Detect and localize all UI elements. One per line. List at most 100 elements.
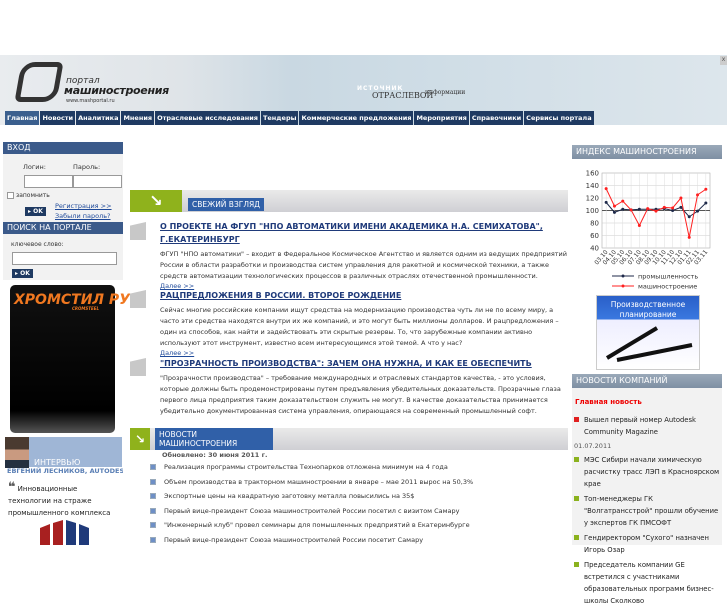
close-icon[interactable]: x (720, 56, 727, 65)
y-tick-label: 120 (586, 195, 599, 203)
bullet-icon (150, 522, 156, 529)
password-label: Пароль: (73, 163, 101, 171)
companies-title: НОВОСТИ КОМПАНИЙ (572, 374, 722, 388)
more-link[interactable]: Далее >> (160, 349, 568, 357)
login-input[interactable] (24, 175, 73, 188)
news-item-text: Объем производства в тракторном машиност… (164, 477, 474, 486)
nav-item[interactable]: Сервисы портала (524, 111, 594, 125)
search-ok-button[interactable]: ▸ OK (12, 269, 33, 278)
data-point (704, 201, 708, 205)
search-input[interactable] (12, 252, 117, 265)
article-3: "ПРОЗРАЧНОСТЬ ПРОИЗВОДСТВА": ЗАЧЕМ ОНА Н… (160, 357, 568, 417)
news-item[interactable]: Объем производства в тракторном машиност… (150, 475, 560, 490)
companies-panel: Главная новость Вышел первый номер Autod… (572, 388, 722, 605)
main-news-label: Главная новость (575, 398, 642, 406)
main-news-text: Вышел первый номер Autodesk Community Ma… (584, 416, 696, 436)
company-news-text: Гендиректором "Сухого" назначен Игорь Оз… (584, 534, 709, 554)
nav-item[interactable]: Коммерческие предложения (299, 111, 414, 125)
data-point (604, 200, 608, 204)
interview-name[interactable]: ЕВГЕНИЙ ЛЕСНИКОВ, AUTODESK CIS: (7, 467, 123, 475)
news-item[interactable]: Реализация программы строительства Техно… (150, 460, 560, 475)
company-news-text: Председатель компании GE встретился с уч… (584, 561, 714, 605)
news-item-text: Первый вице-президент Союза машиностроит… (164, 535, 424, 544)
promo-text: Производственное планирование (610, 300, 686, 319)
bullet-icon (574, 457, 579, 462)
nav-item[interactable]: Новости (40, 111, 76, 125)
nav-item[interactable]: Мероприятия (414, 111, 469, 125)
keyword-label: ключевое слово: (11, 241, 64, 248)
puzzle-icon (130, 358, 146, 376)
puzzle-icon (130, 290, 146, 308)
article-title[interactable]: О ПРОЕКТЕ НА ФГУП "НПО АВТОМАТИКИ ИМЕНИ … (160, 220, 568, 246)
bullet-icon (150, 478, 156, 485)
bullet-icon (150, 464, 156, 471)
company-news-text: МЭС Сибири начали химическую расчистку т… (584, 456, 720, 488)
companies-date: 01.07.2011 (574, 442, 612, 450)
bullet-icon (150, 493, 156, 500)
company-news-item[interactable]: Топ-менеджеры ГК "Волгатрансстрой" прошл… (572, 493, 722, 529)
company-news-item[interactable]: Председатель компании GE встретился с уч… (572, 559, 722, 607)
ad-subtitle: CROMSTEEL (72, 306, 100, 311)
legend-marker (621, 284, 625, 288)
data-point (696, 193, 700, 197)
legend-marker (621, 274, 625, 278)
news-item-text: Реализация программы строительства Техно… (164, 463, 448, 472)
data-point (696, 209, 700, 213)
index-title: ИНДЕКС МАШИНОСТРОЕНИЯ (572, 145, 722, 159)
bullet-icon (574, 535, 579, 540)
password-input[interactable] (73, 175, 122, 188)
legend-label: машиностроение (638, 283, 697, 291)
article-text: "Прозрачности производства" – требование… (160, 374, 561, 415)
y-tick-label: 40 (590, 245, 599, 253)
company-news-text: Топ-менеджеры ГК "Волгатрансстрой" прошл… (584, 495, 719, 527)
y-tick-label: 60 (590, 232, 599, 240)
arrow-icon: ↘ (130, 190, 182, 212)
remember-label: запомнить (16, 192, 50, 199)
login-ok-button[interactable]: ▸ OK (25, 207, 46, 216)
news-item[interactable]: Экспортные цены на квадратную заготовку … (150, 489, 560, 504)
news-band: ↘ НОВОСТИ МАШИНОСТРОЕНИЯ (130, 428, 568, 450)
news-item-text: Экспортные цены на квадратную заготовку … (164, 492, 415, 501)
news-title: НОВОСТИ МАШИНОСТРОЕНИЯ (155, 428, 273, 450)
logo-text[interactable]: машиностроения (64, 84, 169, 97)
article-2: РАЦПРЕДЛОЖЕНИЯ В РОССИИ. ВТОРОЕ РОЖДЕНИЕ… (160, 289, 568, 357)
data-point (687, 235, 691, 239)
data-point (687, 215, 691, 219)
fresh-title: СВЕЖИЙ ВЗГЛЯД (188, 198, 265, 211)
nav-item[interactable]: Отраслевые исследования (155, 111, 260, 125)
article-title[interactable]: "ПРОЗРАЧНОСТЬ ПРОИЗВОДСТВА": ЗАЧЕМ ОНА Н… (160, 357, 568, 370)
interview-photo[interactable] (5, 437, 29, 468)
data-point (612, 204, 616, 208)
interview-quote-text: Инновационные технологии на страже промы… (8, 485, 111, 517)
nav-item[interactable]: Справочники (469, 111, 524, 125)
data-point (679, 205, 683, 209)
article-title[interactable]: РАЦПРЕДЛОЖЕНИЯ В РОССИИ. ВТОРОЕ РОЖДЕНИЕ (160, 289, 568, 302)
data-point (621, 207, 625, 211)
tagline-3: информации (425, 89, 466, 96)
company-news-item[interactable]: Гендиректором "Сухого" назначен Игорь Оз… (572, 532, 722, 556)
nav-item[interactable]: Аналитика (76, 111, 121, 125)
remember-checkbox[interactable] (7, 192, 14, 199)
y-tick-label: 100 (586, 207, 599, 215)
nav-item[interactable]: Главная (5, 111, 40, 125)
main-news-item[interactable]: Вышел первый номер Autodesk Community Ma… (572, 414, 722, 438)
interview-quote[interactable]: ❝ Инновационные технологии на страже пром… (8, 481, 118, 519)
fresh-band: ↘ СВЕЖИЙ ВЗГЛЯД (130, 190, 568, 212)
article-text: Сейчас многие российские компании ищут с… (160, 306, 559, 347)
y-tick-label: 160 (586, 170, 599, 178)
company-news-item[interactable]: МЭС Сибири начали химическую расчистку т… (572, 454, 722, 490)
news-item[interactable]: "Инженерный клуб" провел семинары для по… (150, 518, 560, 533)
data-point (662, 205, 666, 209)
news-item[interactable]: Первый вице-президент Союза машиностроит… (150, 504, 560, 519)
promo-banner[interactable]: Производственное планирование (596, 295, 700, 370)
logo-url: www.mashportal.ru (66, 98, 115, 104)
login-label: Логин: (23, 163, 46, 171)
bullet-icon (574, 562, 579, 567)
arrow-icon: ↘ (130, 428, 150, 450)
nav-item[interactable]: Тендеры (260, 111, 299, 125)
register-link[interactable]: Регистрация >> (55, 202, 112, 210)
data-point (604, 187, 608, 191)
interview-label: ИНТЕРВЬЮ (34, 458, 81, 467)
nav-item[interactable]: Мнения (121, 111, 155, 125)
data-point (637, 224, 641, 227)
